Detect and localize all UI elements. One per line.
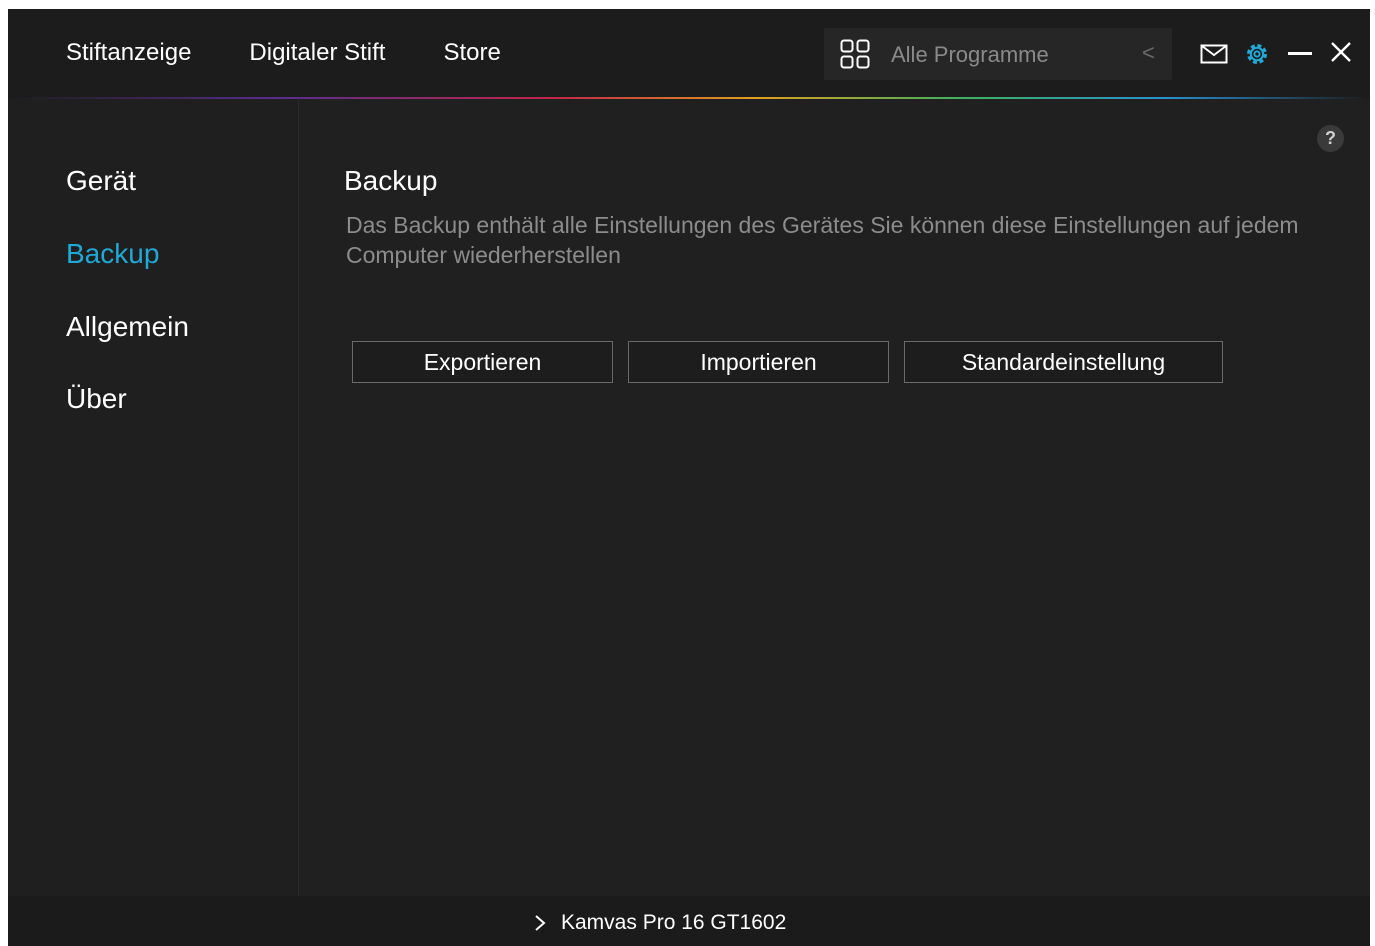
- main-panel: ? Backup Das Backup enthält alle Einstel…: [299, 99, 1370, 896]
- top-bar: Stiftanzeige Digitaler Stift Store Alle …: [8, 9, 1370, 98]
- gear-icon[interactable]: [1243, 40, 1271, 68]
- device-selector[interactable]: Kamvas Pro 16 GT1602: [533, 911, 786, 935]
- page-description: Das Backup enthält alle Einstellungen de…: [346, 212, 1299, 268]
- program-selector[interactable]: Alle Programme <: [824, 28, 1172, 80]
- sidebar-item-geraet[interactable]: Gerät: [66, 165, 136, 197]
- export-button[interactable]: Exportieren: [352, 341, 613, 383]
- default-settings-button[interactable]: Standardeinstellung: [904, 341, 1223, 383]
- program-selector-label: Alle Programme: [891, 42, 1049, 67]
- minimize-icon[interactable]: [1288, 52, 1312, 56]
- device-name: Kamvas Pro 16 GT1602: [561, 911, 787, 934]
- import-button[interactable]: Importieren: [628, 341, 889, 383]
- page-title: Backup: [344, 165, 438, 196]
- app-window: Stiftanzeige Digitaler Stift Store Alle …: [8, 9, 1370, 946]
- mail-icon[interactable]: [1200, 44, 1228, 64]
- help-icon[interactable]: ?: [1317, 125, 1344, 152]
- sidebar-item-ueber[interactable]: Über: [66, 383, 127, 415]
- chevron-left-icon[interactable]: <: [1142, 40, 1155, 66]
- grid-icon: [840, 39, 870, 69]
- nav-stiftanzeige[interactable]: Stiftanzeige: [66, 39, 191, 67]
- chevron-right-icon: [535, 915, 546, 931]
- sidebar: Gerät Backup Allgemein Über: [8, 99, 299, 896]
- close-icon[interactable]: [1330, 41, 1352, 63]
- top-navigation: Stiftanzeige Digitaler Stift Store: [66, 39, 559, 67]
- nav-store[interactable]: Store: [443, 39, 500, 67]
- sidebar-item-backup[interactable]: Backup: [66, 238, 159, 270]
- sidebar-item-allgemein[interactable]: Allgemein: [66, 311, 189, 343]
- nav-digitaler-stift[interactable]: Digitaler Stift: [249, 39, 385, 67]
- status-bar: Kamvas Pro 16 GT1602: [8, 896, 1370, 946]
